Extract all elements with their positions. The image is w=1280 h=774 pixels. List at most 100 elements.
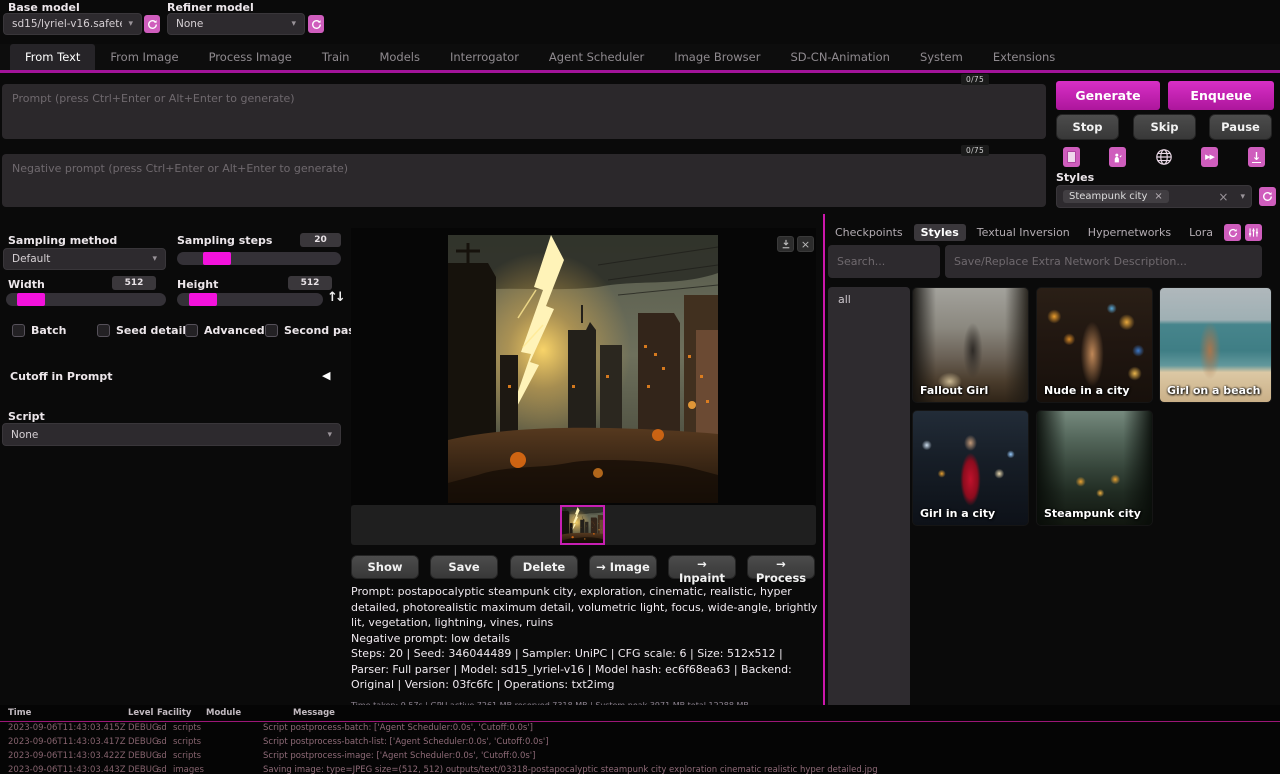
base-model-refresh-button[interactable] bbox=[144, 15, 160, 33]
paste-params-button[interactable] bbox=[1063, 147, 1080, 167]
log-level: DEBUG bbox=[128, 737, 159, 747]
fast-forward-icon: ▶▶ bbox=[1205, 153, 1214, 161]
networks-folder-all[interactable]: all bbox=[828, 287, 910, 312]
style-chip[interactable]: Steampunk city × bbox=[1063, 190, 1169, 203]
image-viewer: × bbox=[351, 228, 816, 505]
style-card-steampunk-city[interactable]: Steampunk city bbox=[1036, 410, 1153, 526]
globe-icon bbox=[1155, 148, 1173, 166]
chevron-down-icon: ▾ bbox=[327, 430, 332, 440]
clear-styles-icon[interactable]: × bbox=[1218, 190, 1228, 204]
tab-accent-underline bbox=[0, 70, 1280, 73]
refiner-model-refresh-button[interactable] bbox=[308, 15, 324, 33]
networks-tab-checkpoints[interactable]: Checkpoints bbox=[828, 224, 910, 241]
prompt-token-counter: 0/75 bbox=[961, 74, 989, 85]
download-style-button[interactable]: ↓ bbox=[1248, 147, 1265, 167]
info-prompt-line: Prompt: postapocalyptic steampunk city, … bbox=[351, 584, 818, 631]
networks-settings-button[interactable] bbox=[1245, 224, 1262, 241]
styles-multiselect[interactable]: Steampunk city × × ▾ bbox=[1056, 185, 1252, 208]
log-time: 2023-09-06T11:43:03.443Z bbox=[8, 765, 126, 774]
tab-train[interactable]: Train bbox=[307, 44, 365, 70]
tab-interrogator[interactable]: Interrogator bbox=[435, 44, 534, 70]
image-close-button[interactable]: × bbox=[797, 236, 814, 252]
delete-button[interactable]: Delete bbox=[510, 555, 578, 579]
second-pass-checkbox[interactable] bbox=[265, 324, 278, 337]
chevron-down-icon[interactable]: ▾ bbox=[1240, 192, 1245, 202]
gallery-thumbnail-selected[interactable] bbox=[560, 505, 605, 545]
sampling-steps-slider[interactable] bbox=[177, 252, 341, 265]
style-chip-label: Steampunk city bbox=[1069, 191, 1147, 202]
height-slider[interactable] bbox=[177, 293, 323, 306]
send-to-process-button[interactable]: → Process bbox=[747, 555, 815, 579]
networks-search-input[interactable] bbox=[828, 245, 940, 278]
log-facility: sd bbox=[157, 765, 167, 774]
slider-thumb[interactable] bbox=[203, 252, 231, 265]
seed-details-checkbox-label: Seed details bbox=[116, 324, 193, 337]
send-to-inpaint-button[interactable]: → Inpaint bbox=[668, 555, 736, 579]
style-card-label: Steampunk city bbox=[1044, 507, 1141, 520]
networks-tab-hypernetworks[interactable]: Hypernetworks bbox=[1081, 224, 1178, 241]
slider-thumb[interactable] bbox=[17, 293, 45, 306]
styles-refresh-button[interactable] bbox=[1259, 187, 1276, 206]
swap-dimensions-button[interactable]: ↑↓ bbox=[327, 290, 343, 305]
networks-refresh-button[interactable] bbox=[1224, 224, 1241, 241]
tab-sd-cn-animation[interactable]: SD-CN-Animation bbox=[775, 44, 904, 70]
networks-tab-bar: Checkpoints Styles Textual Inversion Hyp… bbox=[828, 224, 1262, 241]
apply-style-button[interactable] bbox=[1109, 147, 1126, 167]
stop-button[interactable]: Stop bbox=[1056, 114, 1119, 140]
skip-button[interactable]: Skip bbox=[1133, 114, 1196, 140]
slider-thumb[interactable] bbox=[189, 293, 217, 306]
fast-forward-button[interactable]: ▶▶ bbox=[1201, 147, 1218, 167]
image-download-button[interactable] bbox=[777, 236, 794, 252]
negative-token-counter: 0/75 bbox=[961, 145, 989, 156]
refiner-model-select[interactable]: None ▾ bbox=[167, 13, 305, 35]
sampling-steps-value[interactable]: 20 bbox=[300, 233, 341, 247]
tab-image-browser[interactable]: Image Browser bbox=[659, 44, 775, 70]
seed-details-checkbox[interactable] bbox=[97, 324, 110, 337]
style-card-girl-in-a-city[interactable]: Girl in a city bbox=[912, 410, 1029, 526]
log-level: DEBUG bbox=[128, 751, 159, 761]
networks-description-input[interactable] bbox=[945, 245, 1262, 278]
tab-process-image[interactable]: Process Image bbox=[194, 44, 307, 70]
pause-button[interactable]: Pause bbox=[1209, 114, 1272, 140]
base-model-select[interactable]: sd15/lyriel-v16.safetensors ▾ bbox=[3, 13, 142, 35]
log-level: DEBUG bbox=[128, 723, 159, 733]
style-card-fallout-girl[interactable]: Fallout Girl bbox=[912, 287, 1029, 403]
save-button[interactable]: Save bbox=[430, 555, 498, 579]
prompt-input[interactable] bbox=[2, 84, 1046, 139]
batch-checkbox[interactable] bbox=[12, 324, 25, 337]
tab-from-image[interactable]: From Image bbox=[95, 44, 193, 70]
send-to-image-button[interactable]: → Image bbox=[589, 555, 657, 579]
tab-from-text[interactable]: From Text bbox=[10, 44, 95, 70]
networks-tab-styles[interactable]: Styles bbox=[914, 224, 966, 241]
negative-prompt-input[interactable] bbox=[2, 154, 1046, 207]
info-params-line: Steps: 20 | Seed: 346044489 | Sampler: U… bbox=[351, 646, 818, 693]
cutoff-accordion[interactable]: Cutoff in Prompt ◀ bbox=[0, 362, 341, 390]
log-header-message: Message bbox=[293, 708, 335, 718]
script-select[interactable]: None ▾ bbox=[2, 423, 341, 446]
tab-agent-scheduler[interactable]: Agent Scheduler bbox=[534, 44, 659, 70]
generate-button[interactable]: Generate bbox=[1056, 81, 1160, 110]
cutoff-accordion-label: Cutoff in Prompt bbox=[10, 370, 113, 383]
clipboard-icon bbox=[1067, 151, 1076, 163]
networks-tab-textual-inversion[interactable]: Textual Inversion bbox=[970, 224, 1077, 241]
show-button[interactable]: Show bbox=[351, 555, 419, 579]
advanced-checkbox[interactable] bbox=[185, 324, 198, 337]
width-value[interactable]: 512 bbox=[112, 276, 156, 290]
style-card-girl-on-a-beach[interactable]: Girl on a beach bbox=[1159, 287, 1272, 403]
width-label: Width bbox=[8, 278, 45, 291]
tab-system[interactable]: System bbox=[905, 44, 978, 70]
networks-tab-lora[interactable]: Lora bbox=[1182, 224, 1220, 241]
log-facility: sd bbox=[157, 737, 167, 747]
download-icon bbox=[781, 239, 791, 249]
sampling-method-select[interactable]: Default ▾ bbox=[3, 248, 166, 270]
width-slider[interactable] bbox=[6, 293, 166, 306]
enqueue-button[interactable]: Enqueue bbox=[1168, 81, 1274, 110]
networks-globe-button[interactable] bbox=[1155, 148, 1173, 166]
style-card-nude-in-a-city[interactable]: Nude in a city bbox=[1036, 287, 1153, 403]
height-value[interactable]: 512 bbox=[288, 276, 332, 290]
chip-remove-icon[interactable]: × bbox=[1154, 191, 1162, 202]
generated-image[interactable] bbox=[448, 235, 718, 503]
info-negative-line: Negative prompt: low details bbox=[351, 631, 818, 647]
tab-extensions[interactable]: Extensions bbox=[978, 44, 1070, 70]
tab-models[interactable]: Models bbox=[364, 44, 435, 70]
